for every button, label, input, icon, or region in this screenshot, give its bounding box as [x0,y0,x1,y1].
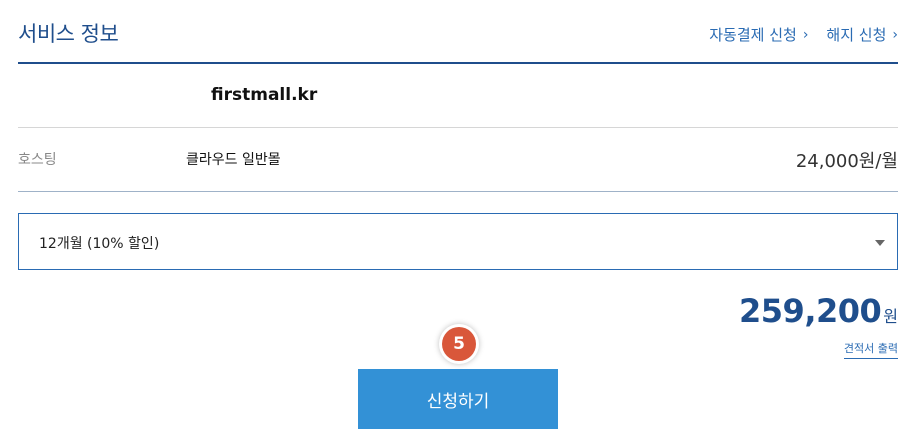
total-unit: 원 [883,307,898,326]
step-number-badge: 5 [442,327,476,361]
auto-payment-link[interactable]: 자동결제 신청 › [709,24,808,45]
page-title: 서비스 정보 [18,22,119,46]
hosting-row: 호스팅 클라우드 일반몰 24,000원/월 [18,128,898,192]
chevron-right-icon: › [802,26,809,43]
total-price: 259,200 원 [739,292,898,330]
hosting-plan: 클라우드 일반몰 [186,152,281,168]
chevron-right-icon: › [892,26,898,43]
period-select[interactable]: 12개월 (10% 할인) [18,213,898,270]
domain-name: firstmall.kr [211,85,318,105]
cancel-service-link[interactable]: 해지 신청 › [826,24,898,45]
header-links: 자동결제 신청 › 해지 신청 › [709,24,898,45]
service-info-header: 서비스 정보 자동결제 신청 › 해지 신청 › [18,0,898,64]
domain-row: firstmall.kr [18,64,898,128]
period-select-value: 12개월 (10% 할인) [39,236,160,252]
print-quote-link[interactable]: 견적서 출력 [843,340,898,359]
caret-down-icon [875,240,885,246]
apply-button[interactable]: 신청하기 [358,369,558,429]
auto-payment-label: 자동결제 신청 [709,26,797,44]
total-amount: 259,200 [739,292,882,330]
cancel-service-label: 해지 신청 [826,26,887,44]
hosting-price: 24,000원/월 [795,151,898,172]
hosting-label: 호스팅 [18,152,57,168]
